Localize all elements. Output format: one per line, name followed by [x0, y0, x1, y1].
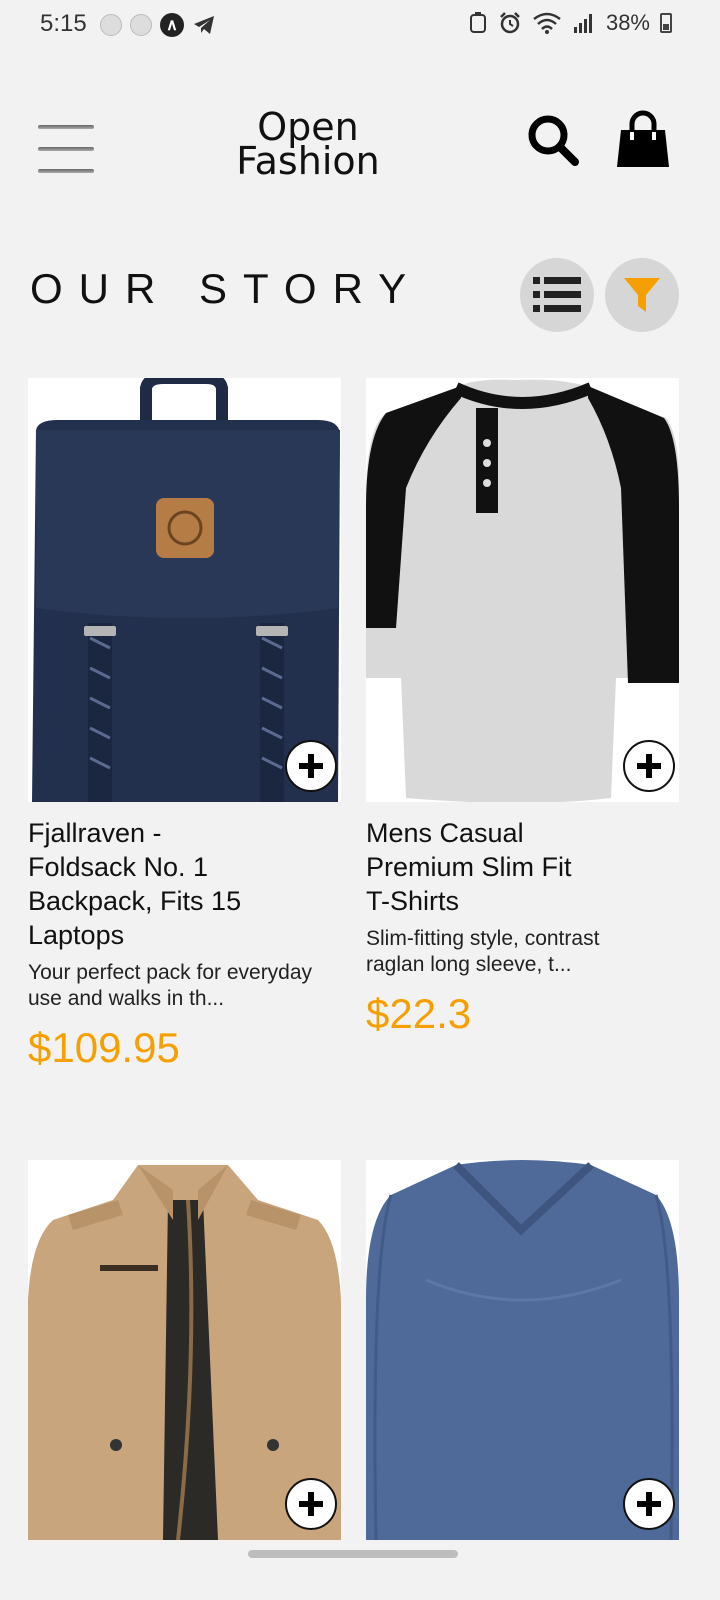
product-name[interactable]: Mens Casual Premium Slim Fit T-Shirts: [366, 816, 596, 918]
filter-icon: [624, 278, 660, 312]
notification-icon: [100, 14, 122, 36]
add-to-cart-button[interactable]: [285, 740, 337, 792]
battery-icon: [660, 13, 672, 33]
notification-icon: [130, 14, 152, 36]
add-to-cart-button[interactable]: [623, 1478, 675, 1530]
product-price: $22.3: [366, 990, 472, 1037]
status-time: 5:15: [40, 10, 87, 37]
product-card[interactable]: Mens Casual Premium Slim Fit T-Shirts Sl…: [366, 378, 679, 1038]
filter-button[interactable]: [605, 258, 679, 332]
add-to-cart-button[interactable]: [285, 1478, 337, 1530]
search-icon[interactable]: [525, 112, 581, 168]
add-to-cart-button[interactable]: [623, 740, 675, 792]
signal-icon: [573, 14, 592, 33]
plus-icon: [637, 754, 661, 778]
product-card[interactable]: [366, 1160, 679, 1540]
app-notification-icon: ∧: [160, 13, 184, 37]
battery-saver-icon: [469, 12, 486, 33]
menu-button[interactable]: [38, 125, 94, 175]
telegram-icon: [194, 16, 214, 34]
product-description: Your perfect pack for everyday use and w…: [28, 961, 313, 1010]
raglan-tshirt-image: [366, 378, 679, 802]
battery-percent: 38%: [605, 10, 650, 35]
list-view-button[interactable]: [520, 258, 594, 332]
shopping-bag-icon[interactable]: [613, 110, 673, 170]
product-card[interactable]: [28, 1160, 341, 1540]
plus-icon: [299, 1492, 323, 1516]
wifi-icon: [533, 12, 561, 34]
menu-icon: [38, 125, 94, 129]
product-description: Slim-fitting style, contrast raglan long…: [366, 927, 600, 976]
status-bar: 5:15 ∧ 38%: [0, 0, 720, 52]
product-image[interactable]: [28, 1160, 341, 1540]
plus-icon: [637, 1492, 661, 1516]
alarm-icon: [500, 12, 520, 34]
product-card[interactable]: Fjallraven - Foldsack No. 1 Backpack, Fi…: [28, 378, 341, 1072]
product-image[interactable]: [366, 1160, 679, 1540]
product-image[interactable]: [366, 378, 679, 802]
app-logo: Open Fashion: [236, 105, 380, 183]
product-name[interactable]: Fjallraven - Foldsack No. 1 Backpack, Fi…: [28, 816, 258, 952]
home-indicator[interactable]: [248, 1550, 458, 1558]
backpack-image: [28, 378, 341, 802]
plus-icon: [299, 754, 323, 778]
product-price: $109.95: [28, 1024, 180, 1071]
product-image[interactable]: [28, 378, 341, 802]
section-title: OUR STORY: [30, 265, 423, 312]
list-icon: [533, 277, 581, 312]
app-header: Open Fashion: [0, 100, 720, 190]
